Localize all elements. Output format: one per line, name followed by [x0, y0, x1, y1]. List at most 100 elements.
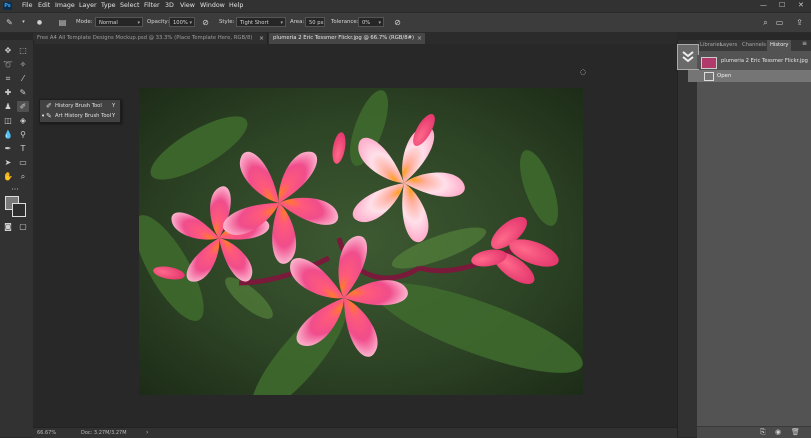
new-document-from-state-icon[interactable]: ⎘: [760, 428, 766, 437]
workspace-icon[interactable]: ▭: [774, 17, 785, 28]
brush-tool-icon[interactable]: ✎: [17, 87, 29, 98]
mode-select[interactable]: Normal ▾: [95, 17, 143, 27]
eyedropper-tool-icon[interactable]: ⁄: [17, 73, 29, 84]
history-brush-flyout: ✐ History Brush Tool Y • ✎ Art History B…: [39, 99, 121, 123]
tab-plumeria[interactable]: plumeria 2 Eric Tessmer Flickr.jpg @ 66.…: [269, 33, 425, 44]
current-tool-indicator-icon: •: [41, 112, 46, 120]
snapshot-label: plumeria 2 Eric Tessmer Flickr.jpg: [721, 58, 808, 64]
history-brush-tool-icon[interactable]: ✐: [17, 101, 29, 112]
menu-bar: Ps File Edit Image Layer Type Select Fil…: [0, 0, 811, 13]
flyout-item-history-brush[interactable]: ✐ History Brush Tool Y: [40, 101, 120, 111]
minimize-icon[interactable]: —: [760, 1, 767, 9]
menu-view[interactable]: View: [180, 2, 195, 9]
quick-selection-tool-icon[interactable]: ✧: [17, 59, 29, 70]
background-color-swatch[interactable]: [12, 203, 26, 217]
history-panel-footer: ⎘ ◉ 🗑: [697, 426, 811, 438]
history-snapshot-row[interactable]: plumeria 2 Eric Tessmer Flickr.jpg: [697, 55, 811, 69]
zoom-level[interactable]: 66.67%: [37, 430, 56, 436]
eraser-tool-icon[interactable]: ◫: [2, 115, 14, 126]
panel-menu-icon[interactable]: ≡: [802, 40, 807, 47]
share-icon[interactable]: ⇪: [794, 17, 805, 28]
doc-size: Doc: 3.27M/3.27M: [81, 430, 127, 436]
close-tab-icon[interactable]: ×: [417, 33, 422, 44]
search-icon[interactable]: ⌕: [760, 17, 771, 28]
tab-label: Free A4 All Template Designs Mockup.psd …: [37, 35, 253, 41]
menu-type[interactable]: Type: [101, 2, 115, 9]
tolerance-label: Tolerance:: [331, 19, 359, 25]
open-state-icon: [704, 72, 714, 81]
more-tools-icon[interactable]: ···: [9, 184, 21, 195]
pen-tool-icon[interactable]: ✒: [2, 143, 14, 154]
flyout-item-label: History Brush Tool: [55, 103, 102, 109]
tab-history[interactable]: History: [767, 40, 792, 51]
history-panel-toggle-icon[interactable]: [677, 44, 699, 70]
tools-panel: ✥ ⬚ ➰ ✧ ⌗ ⁄ ✚ ✎ ♟ ✐ ◫ ◈ 💧 ⚲ ✒ T ➤ ▭ ✋ ⌕ …: [0, 40, 34, 437]
flyout-item-label: Art History Brush Tool: [55, 113, 112, 119]
mode-label: Mode:: [76, 19, 93, 25]
lasso-tool-icon[interactable]: ➰: [2, 59, 14, 70]
menu-window[interactable]: Window: [200, 2, 225, 9]
zoom-tool-icon[interactable]: ⌕: [17, 171, 29, 182]
rectangle-tool-icon[interactable]: ▭: [17, 157, 29, 168]
style-select[interactable]: Tight Short ▾: [236, 17, 286, 27]
camera-snapshot-icon[interactable]: ◉: [775, 428, 781, 436]
style-value: Tight Short: [240, 20, 269, 26]
art-history-brush-preset-icon[interactable]: ✎: [4, 17, 15, 28]
brush-cursor-icon: ◌: [580, 68, 587, 76]
menu-layer[interactable]: Layer: [79, 2, 97, 9]
photoshop-logo-icon[interactable]: Ps: [3, 2, 12, 10]
hand-tool-icon[interactable]: ✋: [2, 171, 14, 182]
maximize-icon[interactable]: ☐: [779, 1, 785, 9]
menu-select[interactable]: Select: [120, 2, 139, 9]
history-brush-icon: ✐: [46, 102, 52, 110]
quick-mask-icon[interactable]: ◙: [2, 221, 14, 232]
pressure-opacity-icon[interactable]: ⊘: [200, 17, 211, 28]
menu-file[interactable]: File: [22, 2, 33, 9]
panel-icon-strip: [677, 40, 698, 437]
screen-mode-icon[interactable]: ▢: [17, 221, 29, 232]
art-history-brush-icon: ✎: [46, 112, 52, 120]
dodge-tool-icon[interactable]: ⚲: [17, 129, 29, 140]
tab-layers[interactable]: Layers: [717, 40, 740, 51]
marquee-tool-icon[interactable]: ⬚: [17, 45, 29, 56]
area-value: 50 px: [309, 20, 324, 26]
menu-3d[interactable]: 3D: [165, 2, 174, 9]
menu-filter[interactable]: Filter: [144, 2, 160, 9]
clone-stamp-tool-icon[interactable]: ♟: [2, 101, 14, 112]
menu-image[interactable]: Image: [55, 2, 75, 9]
chevron-down-icon: ▾: [280, 20, 283, 26]
area-label: Area:: [290, 19, 305, 25]
move-tool-icon[interactable]: ✥: [2, 45, 14, 56]
area-field[interactable]: 50 px: [305, 17, 325, 27]
type-tool-icon[interactable]: T: [17, 143, 29, 154]
crop-tool-icon[interactable]: ⌗: [2, 73, 14, 84]
opacity-value: 100%: [173, 20, 188, 26]
tolerance-field[interactable]: 0% ▾: [358, 17, 384, 27]
chevron-down-icon: ▾: [378, 20, 381, 26]
healing-brush-tool-icon[interactable]: ✚: [2, 87, 14, 98]
plumeria-photo[interactable]: [139, 88, 583, 395]
document-tab-bar: Free A4 All Template Designs Mockup.psd …: [33, 33, 677, 44]
status-menu-icon[interactable]: ›: [146, 429, 148, 436]
tab-free-a4-mockup[interactable]: Free A4 All Template Designs Mockup.psd …: [33, 33, 268, 44]
close-window-icon[interactable]: ✕: [798, 1, 804, 9]
brush-panel-icon[interactable]: ▤: [57, 17, 68, 28]
preset-dropdown-icon[interactable]: ▾: [18, 17, 29, 28]
history-state-label: Open: [717, 73, 732, 79]
brush-size-icon[interactable]: ●: [34, 17, 45, 28]
tab-channels[interactable]: Channels: [739, 40, 769, 51]
history-state-open[interactable]: Open: [688, 70, 811, 82]
pressure-size-icon[interactable]: ⊘: [392, 17, 403, 28]
style-label: Style:: [219, 19, 235, 25]
tab-label: plumeria 2 Eric Tessmer Flickr.jpg @ 66.…: [273, 35, 415, 41]
opacity-field[interactable]: 100% ▾: [169, 17, 195, 27]
blur-tool-icon[interactable]: 💧: [2, 129, 14, 140]
paint-bucket-tool-icon[interactable]: ◈: [17, 115, 29, 126]
flyout-item-art-history-brush[interactable]: • ✎ Art History Brush Tool Y: [40, 111, 120, 121]
trash-icon[interactable]: 🗑: [791, 428, 800, 436]
menu-help[interactable]: Help: [229, 2, 243, 9]
history-panel: [697, 40, 811, 437]
path-selection-tool-icon[interactable]: ➤: [2, 157, 14, 168]
close-tab-icon[interactable]: ×: [259, 33, 264, 44]
menu-edit[interactable]: Edit: [38, 2, 50, 9]
